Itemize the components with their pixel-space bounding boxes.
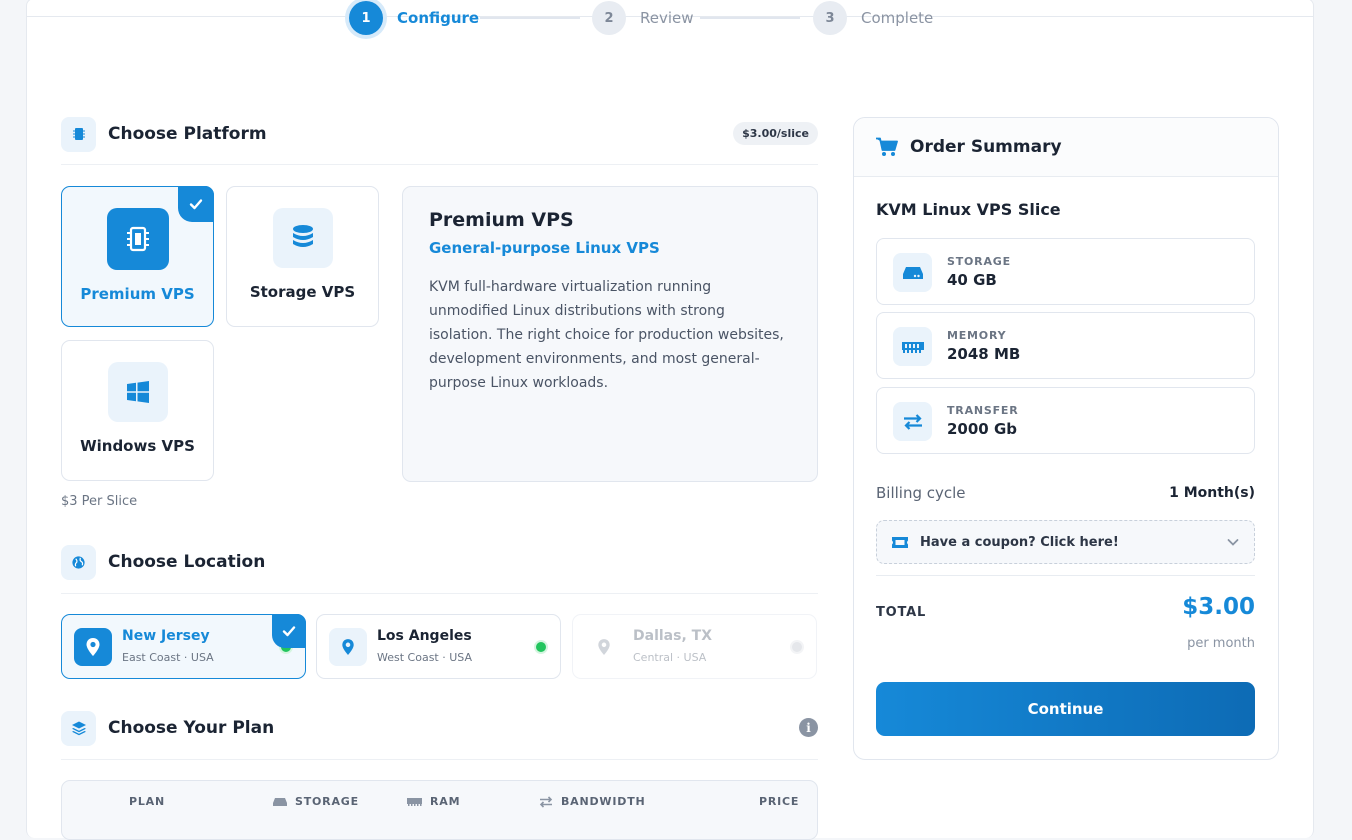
order-summary-title: Order Summary: [910, 137, 1062, 157]
ticket-icon: [892, 536, 908, 548]
platform-option-storage-vps[interactable]: Storage VPS: [226, 186, 379, 327]
billing-cycle-value: 1 Month(s): [1169, 485, 1255, 501]
step-label: Configure: [397, 9, 480, 27]
platform-description-text: KVM full-hardware virtualization running…: [429, 279, 784, 391]
total-price: $3.00: [1182, 594, 1255, 620]
transfer-icon: [539, 795, 553, 808]
platform-description-subtitle: General-purpose Linux VPS: [429, 239, 660, 257]
platform-option-windows-vps[interactable]: Windows VPS: [61, 340, 214, 481]
windows-icon: [107, 362, 168, 422]
step-label: Complete: [861, 9, 934, 27]
divider: [61, 164, 818, 165]
price-badge: $3.00/slice: [733, 122, 818, 145]
billing-cycle-label: Billing cycle: [876, 484, 966, 502]
column-header-ram: RAM: [407, 795, 460, 808]
location-section-header: Choose Location: [61, 544, 818, 580]
platform-description-panel: Premium VPS General-purpose Linux VPS KV…: [402, 186, 818, 482]
step-complete[interactable]: 3 Complete: [813, 0, 933, 36]
plan-section-header: Choose Your Plan i: [61, 710, 818, 746]
column-header-price: PRICE: [759, 795, 800, 808]
spec-memory: MEMORY 2048 MB: [876, 312, 1255, 379]
spec-label: STORAGE: [947, 255, 1011, 268]
memory-icon: [893, 327, 932, 366]
location-region: Central · USA: [633, 651, 707, 664]
memory-icon: [407, 797, 422, 806]
location-option-los-angeles[interactable]: Los Angeles West Coast · USA: [316, 614, 561, 679]
per-slice-note: $3 Per Slice: [61, 494, 138, 509]
column-header-label: BANDWIDTH: [561, 795, 646, 808]
database-icon: [272, 208, 333, 268]
map-pin-icon: [585, 628, 623, 666]
step-number: 1: [349, 1, 383, 35]
platform-option-label: Premium VPS: [80, 285, 195, 303]
platform-description-title: Premium VPS: [429, 209, 574, 231]
layers-icon: [61, 710, 96, 746]
location-region: East Coast · USA: [122, 651, 214, 664]
cart-icon: [876, 137, 898, 156]
coupon-label: Have a coupon? Click here!: [920, 534, 1119, 550]
section-title: Choose Location: [108, 552, 266, 572]
chip-icon: [106, 208, 169, 270]
total-period: per month: [1187, 636, 1255, 651]
platform-section-header: Choose Platform $3.00/slice: [61, 116, 818, 152]
info-icon[interactable]: i: [799, 718, 818, 737]
order-summary-panel: Order Summary KVM Linux VPS Slice STORAG…: [853, 117, 1279, 760]
platform-option-label: Windows VPS: [80, 437, 195, 455]
order-summary-header: Order Summary: [854, 118, 1278, 177]
status-dot: [790, 640, 804, 654]
platform-option-premium-vps[interactable]: Premium VPS: [61, 186, 214, 327]
step-configure[interactable]: 1 Configure: [349, 0, 479, 36]
divider: [61, 593, 818, 594]
drive-icon: [273, 797, 287, 806]
check-icon: [178, 186, 214, 222]
divider: [876, 575, 1255, 576]
spec-label: MEMORY: [947, 329, 1007, 342]
location-option-new-jersey[interactable]: New Jersey East Coast · USA: [61, 614, 306, 679]
location-region: West Coast · USA: [377, 651, 472, 664]
column-header-storage: STORAGE: [273, 795, 359, 808]
step-connector: [480, 17, 580, 19]
divider: [61, 759, 818, 760]
step-number: 3: [813, 1, 847, 35]
section-title: Choose Platform: [108, 124, 267, 144]
spec-value: 40 GB: [947, 271, 997, 289]
transfer-icon: [893, 402, 932, 441]
chevron-down-icon: [1227, 539, 1239, 546]
drive-icon: [893, 253, 932, 292]
continue-button[interactable]: Continue: [876, 682, 1255, 736]
location-name: New Jersey: [122, 628, 210, 644]
check-icon: [272, 614, 306, 648]
column-header-bandwidth: BANDWIDTH: [539, 795, 646, 808]
coupon-toggle[interactable]: Have a coupon? Click here!: [876, 520, 1255, 564]
status-dot: [534, 640, 548, 654]
step-number: 2: [592, 1, 626, 35]
chip-icon: [61, 116, 96, 152]
spec-label: TRANSFER: [947, 404, 1019, 417]
location-option-dallas: Dallas, TX Central · USA: [572, 614, 817, 679]
step-review[interactable]: 2 Review: [592, 0, 694, 36]
column-header-label: RAM: [430, 795, 461, 808]
plan-table: PLAN STORAGE RAM BANDWIDTH PRICE: [61, 780, 818, 840]
step-connector: [700, 17, 800, 19]
spec-transfer: TRANSFER 2000 Gb: [876, 387, 1255, 454]
globe-icon: [61, 544, 96, 580]
product-name: KVM Linux VPS Slice: [876, 200, 1061, 219]
location-name: Dallas, TX: [633, 628, 712, 644]
spec-value: 2000 Gb: [947, 420, 1018, 438]
location-name: Los Angeles: [377, 628, 472, 644]
step-label: Review: [640, 9, 694, 27]
map-pin-icon: [329, 628, 367, 666]
section-title: Choose Your Plan: [108, 718, 275, 738]
column-header-plan: PLAN: [129, 795, 165, 808]
platform-option-label: Storage VPS: [249, 283, 356, 301]
map-pin-icon: [74, 628, 112, 666]
spec-value: 2048 MB: [947, 345, 1021, 363]
spec-storage: STORAGE 40 GB: [876, 238, 1255, 305]
total-label: TOTAL: [876, 605, 927, 620]
column-header-label: STORAGE: [295, 795, 359, 808]
